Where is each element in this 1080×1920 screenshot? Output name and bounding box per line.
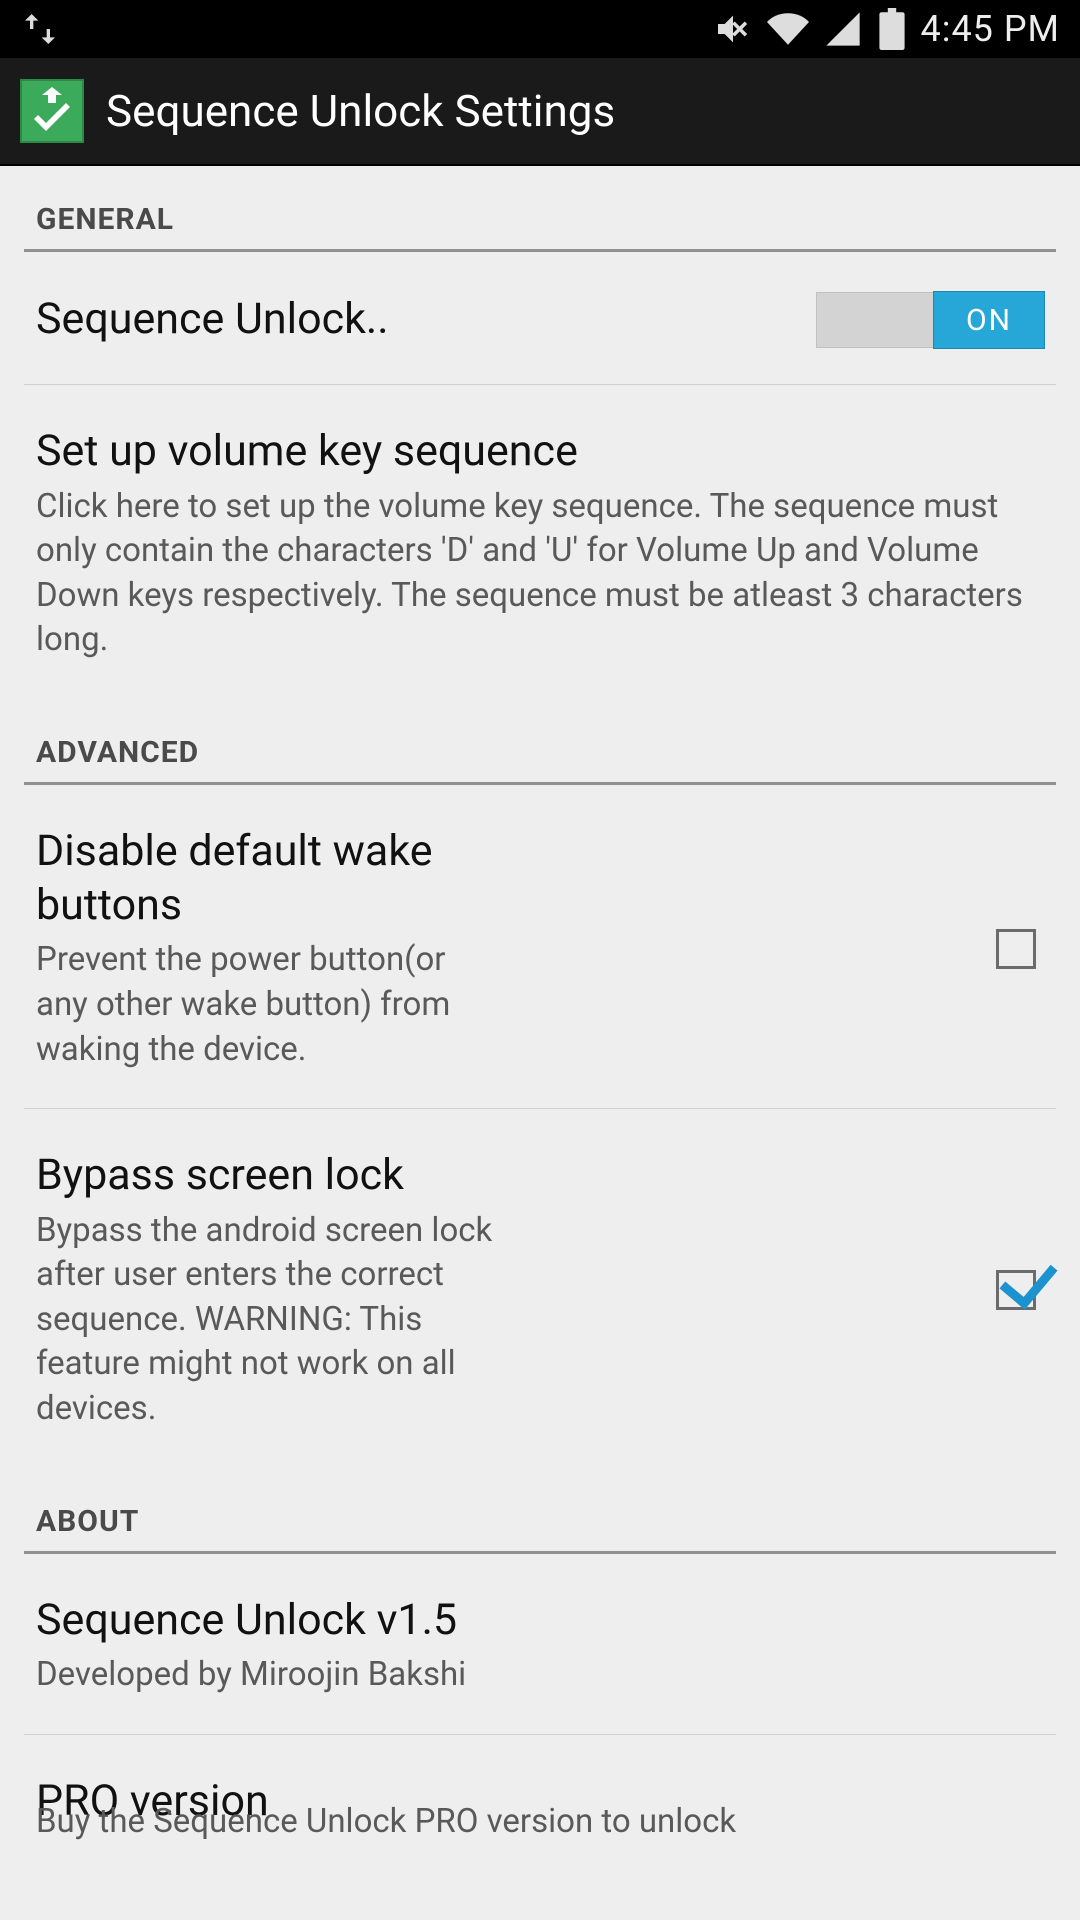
pref-disable-wake[interactable]: Disable default wake buttons Prevent the… xyxy=(24,785,1056,1109)
bypass-checkbox[interactable] xyxy=(996,1270,1036,1310)
app-icon xyxy=(20,79,84,143)
battery-icon xyxy=(877,8,907,50)
pref-text: Bypass screen lock Bypass the android sc… xyxy=(36,1149,496,1431)
pref-bypass-screen-lock[interactable]: Bypass screen lock Bypass the android sc… xyxy=(24,1109,1056,1467)
status-time: 4:45 PM xyxy=(921,8,1061,50)
pref-text: Disable default wake buttons Prevent the… xyxy=(36,825,496,1072)
pref-text: Set up volume key sequence Click here to… xyxy=(36,425,1044,663)
sync-icon xyxy=(20,9,60,49)
section-header-advanced: ADVANCED xyxy=(24,699,1056,785)
pref-setup-sequence[interactable]: Set up volume key sequence Click here to… xyxy=(24,385,1056,699)
pref-title: Sequence Unlock.. xyxy=(36,293,796,347)
signal-icon xyxy=(823,9,863,49)
status-left xyxy=(20,9,60,49)
sequence-unlock-switch[interactable]: ON xyxy=(816,292,1044,348)
section-header-general: GENERAL xyxy=(24,166,1056,252)
action-bar: Sequence Unlock Settings xyxy=(0,58,1080,166)
status-right: 4:45 PM xyxy=(713,8,1061,50)
pref-summary: Bypass the android screen lock after use… xyxy=(36,1209,496,1432)
status-bar: 4:45 PM xyxy=(0,0,1080,58)
mute-icon xyxy=(713,9,753,49)
settings-content: GENERAL Sequence Unlock.. ON Set up volu… xyxy=(0,166,1080,1829)
pref-version[interactable]: Sequence Unlock v1.5 Developed by Mirooj… xyxy=(24,1554,1056,1735)
pref-sequence-unlock[interactable]: Sequence Unlock.. ON xyxy=(24,252,1056,385)
pref-title: Bypass screen lock xyxy=(36,1149,496,1203)
pref-text: Sequence Unlock v1.5 Developed by Mirooj… xyxy=(36,1594,1044,1698)
pref-title: Sequence Unlock v1.5 xyxy=(36,1594,1044,1648)
pref-text: PRO version Buy the Sequence Unlock PRO … xyxy=(36,1775,1044,1829)
pref-summary: Buy the Sequence Unlock PRO version to u… xyxy=(36,1800,736,1845)
pref-title: Disable default wake buttons xyxy=(36,825,496,933)
section-header-about: ABOUT xyxy=(24,1468,1056,1554)
pref-text: Sequence Unlock.. xyxy=(36,293,796,347)
disable-wake-checkbox[interactable] xyxy=(996,929,1036,969)
switch-on-label: ON xyxy=(933,291,1045,349)
pref-summary: Prevent the power button(or any other wa… xyxy=(36,938,496,1072)
pref-pro-version[interactable]: PRO version Buy the Sequence Unlock PRO … xyxy=(24,1735,1056,1829)
pref-title: Set up volume key sequence xyxy=(36,425,1044,479)
page-title: Sequence Unlock Settings xyxy=(106,85,615,137)
wifi-icon xyxy=(767,8,809,50)
pref-summary: Click here to set up the volume key sequ… xyxy=(36,485,1044,663)
pref-summary: Developed by Miroojin Bakshi xyxy=(36,1653,1044,1698)
